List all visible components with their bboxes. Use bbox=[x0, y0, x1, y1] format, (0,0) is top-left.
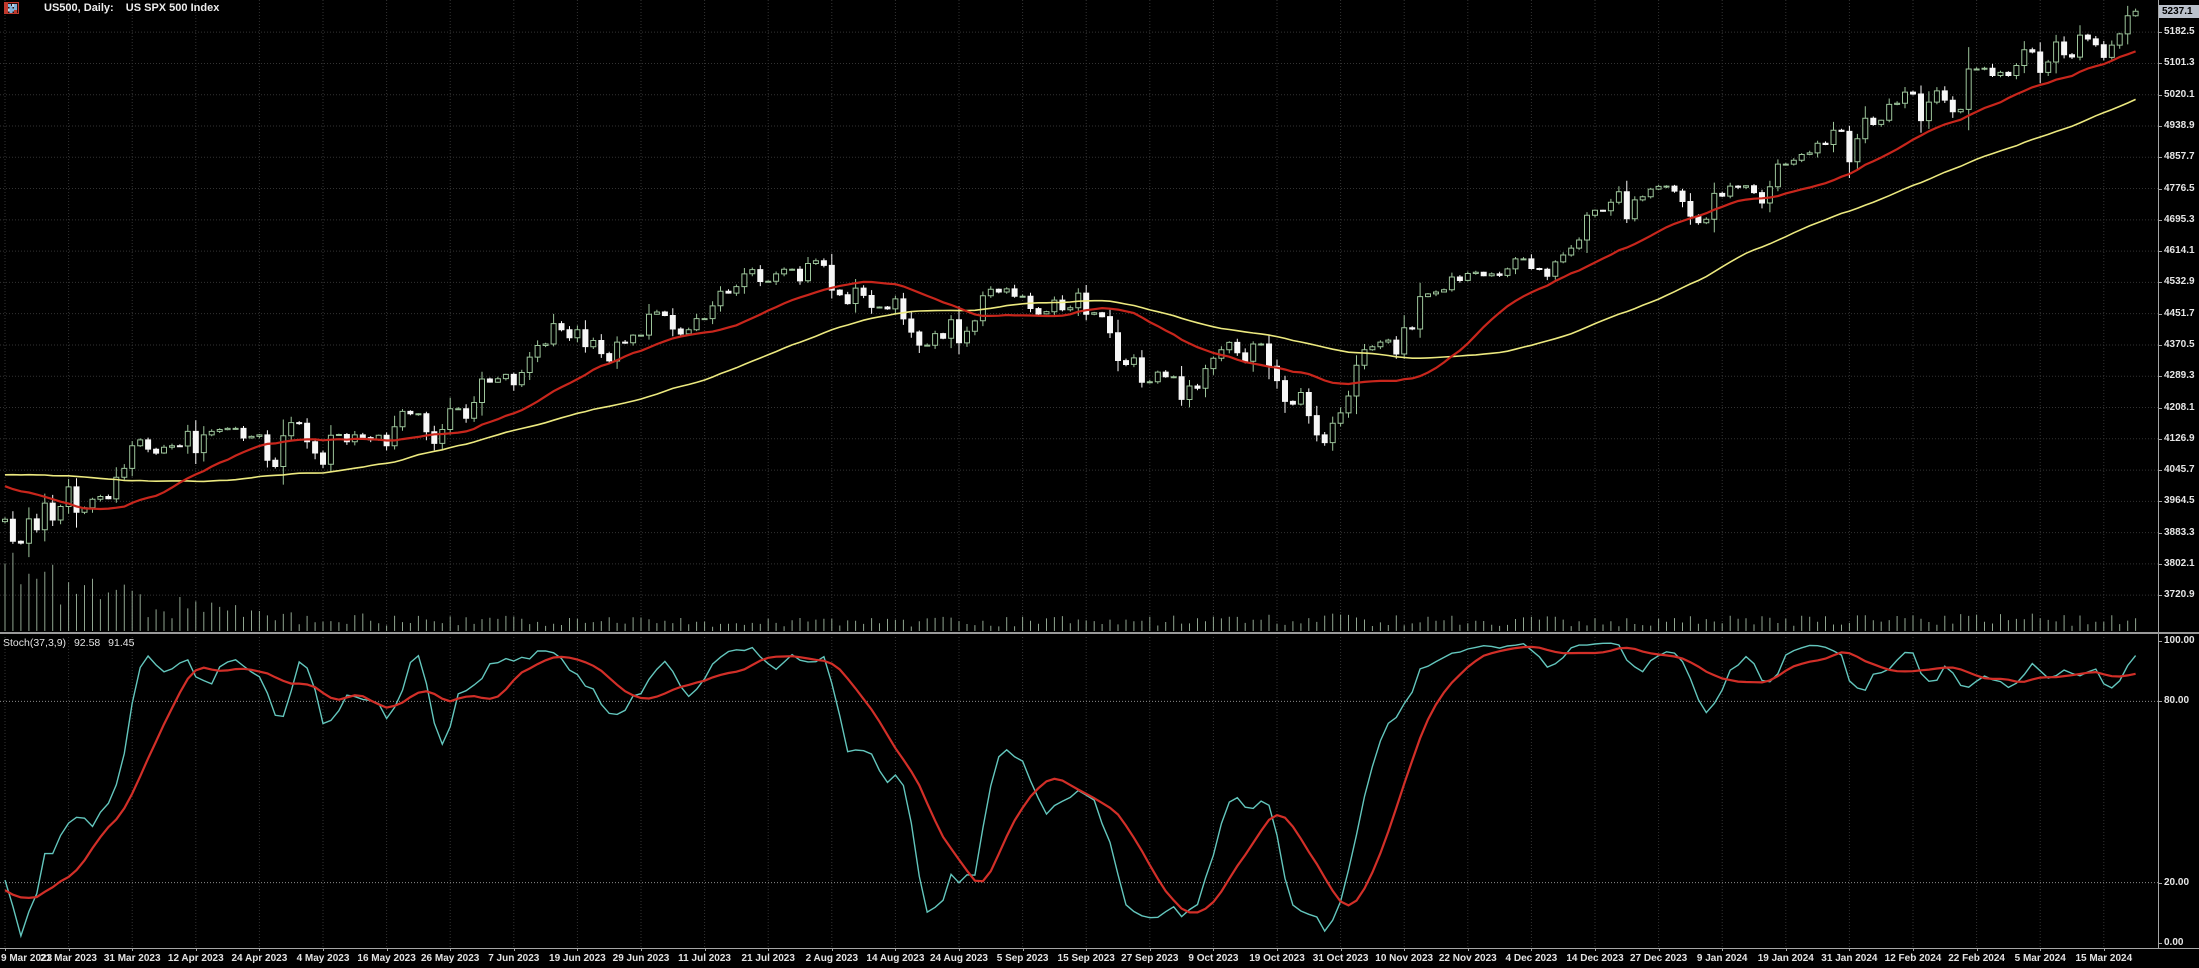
price-tick-label: 3964.5 bbox=[2164, 495, 2195, 507]
price-tick-label: 3720.9 bbox=[2164, 589, 2195, 601]
price-axis-line bbox=[2158, 0, 2159, 949]
main-chart-canvas[interactable] bbox=[0, 0, 2158, 633]
chart-symbol-period: US500, Daily: bbox=[44, 2, 114, 14]
stoch-tick-label: 100.00 bbox=[2164, 635, 2195, 646]
trading-chart-window: US500, Daily: US SPX 500 Index Stoch(37,… bbox=[0, 0, 2199, 968]
price-tick-label: 4695.3 bbox=[2164, 213, 2195, 225]
chart-title: US500, Daily: US SPX 500 Index bbox=[44, 2, 219, 14]
price-tick-label: 4614.1 bbox=[2164, 245, 2195, 257]
stoch-signal-line bbox=[4, 645, 2136, 914]
fast-ma-line bbox=[4, 50, 2136, 511]
indicator-signal-value: 91.45 bbox=[108, 637, 135, 649]
price-tick-label: 4532.9 bbox=[2164, 276, 2195, 288]
stoch-tick-label: 80.00 bbox=[2164, 695, 2190, 707]
chart-symbol-description: US SPX 500 Index bbox=[125, 2, 220, 14]
price-tick-label: 4289.3 bbox=[2164, 370, 2195, 382]
stoch-main-line bbox=[4, 642, 2137, 939]
price-tick-label: 5101.3 bbox=[2164, 57, 2195, 69]
volume-layer bbox=[4, 552, 2137, 631]
price-tick-label: 4938.9 bbox=[2164, 120, 2195, 131]
price-tick-label: 4857.7 bbox=[2164, 151, 2195, 163]
indicator-name: Stoch(37,3,9) bbox=[3, 637, 67, 649]
candle-down-wicks bbox=[12, 33, 2105, 545]
price-tick-label: 4126.9 bbox=[2164, 432, 2195, 444]
time-axis[interactable]: 9 Mar 2023 21 Mar 2023 31 Mar 2023 12 Apr 2… bbox=[0, 948, 2199, 968]
slow-ma-line bbox=[4, 98, 2136, 483]
chart-bars-icon[interactable] bbox=[5, 2, 39, 14]
indicator-main-value: 92.58 bbox=[73, 637, 101, 649]
price-tick-label: 3802.1 bbox=[2164, 557, 2195, 569]
pane-splitter[interactable] bbox=[0, 632, 2199, 634]
price-tick-label: 4208.1 bbox=[2164, 401, 2195, 413]
price-tick-label: 4370.5 bbox=[2164, 338, 2195, 350]
candle-up-wicks bbox=[4, 5, 2137, 558]
price-tick-label: 5020.1 bbox=[2164, 88, 2195, 100]
date-tick-label: 15 Mar 2024 bbox=[2075, 953, 2133, 964]
price-tick-label: 4045.7 bbox=[2164, 464, 2195, 476]
indicator-label: Stoch(37,3,9) 92.58 91.45 bbox=[3, 637, 139, 649]
chart-title-bar: US500, Daily: US SPX 500 Index bbox=[4, 2, 219, 14]
candles-down-layer bbox=[9, 34, 2107, 544]
current-price-value: 5237.1 bbox=[2162, 6, 2193, 18]
price-tick-label: 4451.7 bbox=[2164, 307, 2195, 319]
time-axis-line bbox=[0, 948, 2199, 949]
price-axis[interactable]: 5182.5 5101.3 5020.1 4938.9 4857.7 4776.5 4695… bbox=[2158, 0, 2199, 948]
price-tick-label: 4776.5 bbox=[2164, 182, 2195, 194]
stoch-tick-label: 0.00 bbox=[2164, 937, 2184, 948]
current-price-box: 5237.1 bbox=[2159, 5, 2199, 19]
main-grid-layer bbox=[0, 0, 2158, 633]
stoch-grid-layer bbox=[0, 637, 2158, 948]
stochastic-canvas[interactable] bbox=[0, 637, 2158, 948]
price-tick-label: 3883.3 bbox=[2164, 526, 2195, 538]
price-tick-label: 5182.5 bbox=[2164, 26, 2195, 38]
stoch-tick-label: 20.00 bbox=[2164, 876, 2190, 888]
